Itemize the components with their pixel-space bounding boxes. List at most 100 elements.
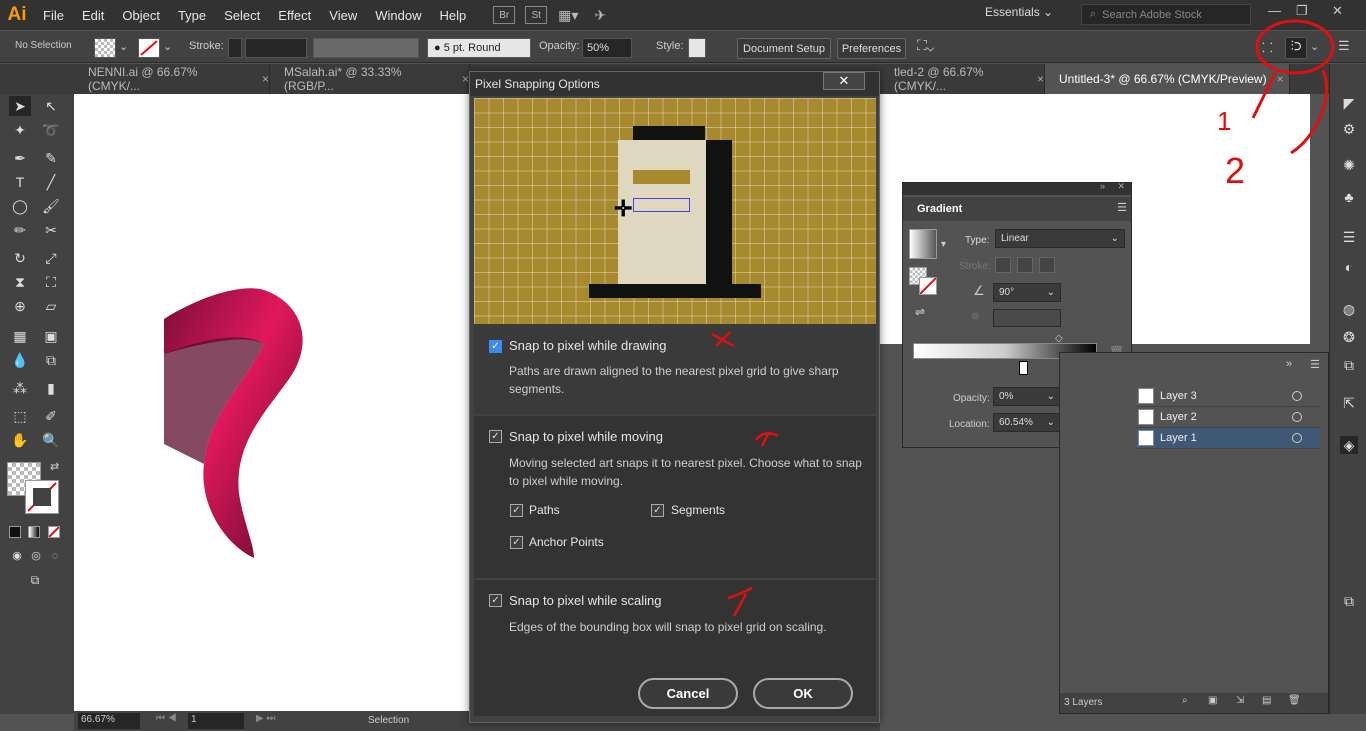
ok-button[interactable]: OK [753,678,853,709]
shape-builder-tool-icon[interactable]: ⊕ [9,296,31,316]
curvature-tool-icon[interactable]: ✎ [40,148,62,168]
snap-scaling-checkbox[interactable]: ✓ [489,594,502,607]
snap-moving-checkbox[interactable]: ✓ [489,430,502,443]
layer-row[interactable]: Layer 3 [1136,386,1320,407]
export-icon[interactable]: ⇱ [1340,394,1358,412]
restore-icon[interactable]: ❐ [1296,3,1308,19]
transparency-icon[interactable]: ⧉ [1340,356,1358,374]
stroke-stepper[interactable] [228,38,242,58]
pencil-tool-icon[interactable]: ✏ [9,220,31,240]
clipping-mask-icon[interactable]: ▣ [1208,695,1217,706]
slice-tool-icon[interactable]: ✐ [40,406,62,426]
collapse-icon[interactable]: » [1286,358,1292,370]
magic-wand-tool-icon[interactable]: ✦ [9,120,31,140]
appearance-icon[interactable]: ◍ [1340,300,1358,318]
scale-tool-icon[interactable]: ⤢ [40,248,62,268]
stroke-along-icon[interactable] [1017,257,1033,273]
artboard-number-field[interactable]: 1 [188,713,244,729]
reverse-gradient-icon[interactable]: ⇌ [915,305,925,319]
arrange-documents-icon[interactable]: ▦▾ [557,6,579,24]
hand-tool-icon[interactable]: ✋ [9,430,31,450]
draw-inside-icon[interactable]: ◌ [44,546,66,566]
gradient-tab[interactable]: Gradient [903,197,1131,221]
menu-effect[interactable]: Effect [269,8,320,23]
perspective-grid-tool-icon[interactable]: ▱ [40,296,62,316]
properties-icon[interactable]: ◤ [1340,94,1358,112]
tab-nenni[interactable]: NENNI.ai @ 66.67% (CMYK/... × [74,64,270,94]
paths-checkbox[interactable]: ✓ [510,504,523,517]
aspect-ratio-icon[interactable]: ⊚ [971,311,979,322]
none-mode-icon[interactable] [48,526,60,538]
brushes-icon[interactable]: ✺ [1340,156,1358,174]
gradient-type-select[interactable]: Linear ⌄ [995,229,1125,248]
selection-tool-icon[interactable]: ➤ [9,96,31,116]
close-tab-icon[interactable]: × [262,72,269,86]
layers-icon[interactable]: ◈ [1340,436,1358,454]
eyedropper-tool-icon[interactable]: 💧 [9,350,31,370]
swap-colors-icon[interactable]: ⇄ [50,460,59,473]
zoom-field[interactable]: 66.67% [78,713,140,729]
gradient-panel-icon[interactable]: ◐ [1340,258,1358,276]
first-artboard-icon[interactable]: ⏮ ◀ [156,713,177,724]
artboard-tool-icon[interactable]: ⬚ [9,406,31,426]
zoom-tool-icon[interactable]: 🔍 [40,430,62,450]
graphic-style-swatch[interactable] [688,38,706,58]
gradient-tool-icon[interactable]: ▣ [40,326,62,346]
angle-icon[interactable]: ∠ [973,283,985,299]
variable-width-profile[interactable] [313,38,419,58]
free-transform-tool-icon[interactable]: ⛶ [40,272,62,292]
ellipse-tool-icon[interactable]: ◯ [9,196,31,216]
menu-file[interactable]: File [34,8,73,23]
fill-swatch[interactable] [94,38,116,58]
graphic-styles-icon[interactable]: ❂ [1340,328,1358,346]
stroke-swatch[interactable] [138,38,160,58]
transform-icon[interactable]: ⛶⌄ [917,37,934,54]
stroke-across-icon[interactable] [1039,257,1055,273]
preferences-button[interactable]: Preferences [837,38,906,59]
stroke-gradient-swatch[interactable] [919,277,937,295]
angle-field[interactable]: 90° ⌄ [993,283,1061,302]
gpu-performance-icon[interactable]: ✈ [589,6,611,24]
width-tool-icon[interactable]: ⧗ [9,272,31,292]
location-field[interactable]: 60.54% ⌄ [993,413,1061,432]
aspect-ratio-field[interactable] [993,309,1061,327]
delete-layer-icon[interactable]: 🗑 [1288,695,1301,706]
menu-edit[interactable]: Edit [73,8,113,23]
chevron-down-icon[interactable]: ⌄ [163,40,172,53]
artboards-icon[interactable]: ⧉ [1340,592,1358,610]
close-panel-icon[interactable]: ✕ [1117,181,1125,192]
stroke-within-icon[interactable] [995,257,1011,273]
gradient-stop-left[interactable] [1019,361,1028,375]
column-graph-tool-icon[interactable]: ▮ [40,378,62,398]
screen-mode-icon[interactable]: ⧉ [24,570,46,590]
layer-row[interactable]: Layer 2 [1136,407,1320,428]
new-layer-icon[interactable]: ▤ [1262,695,1271,706]
pen-tool-icon[interactable]: ✒ [9,148,31,168]
snap-drawing-checkbox[interactable]: ✓ [489,340,502,353]
menu-select[interactable]: Select [215,8,269,23]
menu-window[interactable]: Window [366,8,430,23]
stock-icon[interactable]: St [525,6,548,24]
menu-object[interactable]: Object [113,8,169,23]
direct-selection-tool-icon[interactable]: ↖ [40,96,62,116]
artboard[interactable] [74,94,470,711]
chevron-down-icon[interactable]: ⌄ [119,40,128,53]
close-tab-icon[interactable]: × [1037,72,1044,86]
menu-view[interactable]: View [320,8,366,23]
lasso-tool-icon[interactable]: ➰ [40,120,62,140]
next-artboard-icon[interactable]: ▶ ⏭ [256,713,275,724]
dialog-close-button[interactable]: ✕ [823,72,865,90]
layer-target-icon[interactable] [1292,412,1302,422]
stroke-color-box[interactable] [25,480,59,514]
close-tab-icon[interactable]: × [462,72,469,86]
document-setup-button[interactable]: Document Setup [737,38,831,59]
line-tool-icon[interactable]: ╱ [40,172,62,192]
type-tool-icon[interactable]: T [9,172,31,192]
stroke-weight-field[interactable] [245,38,307,58]
panel-menu-icon[interactable]: ☰ [1117,201,1127,214]
opacity-field[interactable]: 50% [582,38,632,58]
locate-object-icon[interactable]: ⌕ [1182,695,1188,706]
collapse-icon[interactable]: » [1100,181,1105,191]
layer-target-icon[interactable] [1292,391,1302,401]
chevron-down-icon[interactable]: ▾ [941,239,946,250]
